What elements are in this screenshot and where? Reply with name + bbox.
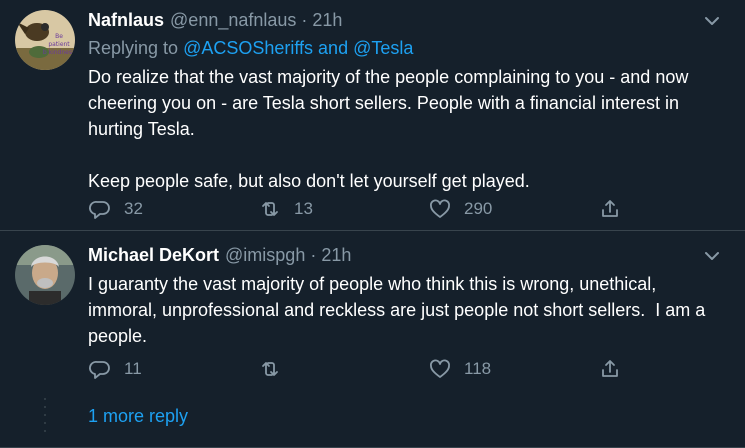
more-replies-link[interactable]: 1 more reply: [88, 406, 188, 427]
retweet-button[interactable]: [258, 356, 428, 382]
user-handle[interactable]: @enn_nafnlaus: [170, 10, 296, 31]
reply-button[interactable]: 11: [88, 356, 258, 382]
thread-dots: [43, 398, 47, 438]
timestamp[interactable]: 21h: [312, 10, 342, 31]
user-handle[interactable]: @imispgh: [225, 245, 305, 266]
retweet-icon: [258, 357, 282, 381]
tweet-actions: 11 118: [88, 356, 628, 382]
replying-prefix: Replying to: [88, 38, 184, 58]
reply-button[interactable]: 32: [88, 196, 258, 222]
caret-down-icon[interactable]: [703, 249, 721, 263]
tweet-nafnlaus[interactable]: Be patient b kindness Nafnlaus @enn_nafn…: [0, 0, 745, 231]
share-button[interactable]: [598, 356, 628, 382]
tweet-header: Nafnlaus @enn_nafnlaus · 21h: [88, 10, 725, 34]
retweet-button[interactable]: 13: [258, 196, 428, 222]
like-count: 290: [464, 199, 493, 218]
share-button[interactable]: [598, 196, 628, 222]
avatar-image: Be patient b kindness: [15, 10, 75, 70]
share-icon: [598, 197, 622, 221]
svg-text:b kindness: b kindness: [43, 49, 75, 56]
like-icon: [428, 357, 452, 381]
retweet-icon: [258, 197, 282, 221]
like-count: 118: [464, 359, 492, 378]
replying-mentions-link[interactable]: @ACSOSheriffs and @Tesla: [183, 38, 413, 58]
svg-text:patient: patient: [48, 41, 70, 48]
separator-dot: ·: [301, 10, 308, 30]
tweet-text: I guaranty the vast majority of people w…: [88, 274, 711, 346]
display-name[interactable]: Michael DeKort: [88, 245, 219, 266]
tweet-content: Nafnlaus @enn_nafnlaus · 21h Replying to…: [88, 10, 725, 194]
like-icon: [428, 197, 452, 221]
tweet-content: Michael DeKort @imispgh · 21h I guaranty…: [88, 245, 725, 349]
tweet-michael-dekort[interactable]: Michael DeKort @imispgh · 21h I guaranty…: [0, 232, 745, 392]
reply-count: 11: [124, 359, 142, 378]
display-name[interactable]: Nafnlaus: [88, 10, 164, 31]
separator-dot: ·: [310, 245, 317, 265]
retweet-count: 13: [294, 199, 313, 218]
like-button[interactable]: 290: [428, 196, 598, 222]
reply-icon: [88, 357, 112, 381]
caret-down-icon[interactable]: [703, 14, 721, 28]
like-button[interactable]: 118: [428, 356, 598, 382]
avatar[interactable]: [15, 245, 75, 305]
tweet-header: Michael DeKort @imispgh · 21h: [88, 245, 725, 269]
avatar[interactable]: Be patient b kindness: [15, 10, 75, 70]
tweet-text: Do realize that the vast majority of the…: [88, 67, 689, 191]
tweet-actions: 32 13 290: [88, 196, 628, 222]
replying-to: Replying to @ACSOSheriffs and @Tesla: [88, 35, 725, 61]
reply-count: 32: [124, 199, 143, 218]
avatar-image: [15, 245, 75, 305]
timestamp[interactable]: 21h: [321, 245, 351, 266]
reply-icon: [88, 197, 112, 221]
svg-text:Be: Be: [55, 33, 63, 40]
share-icon: [598, 357, 622, 381]
